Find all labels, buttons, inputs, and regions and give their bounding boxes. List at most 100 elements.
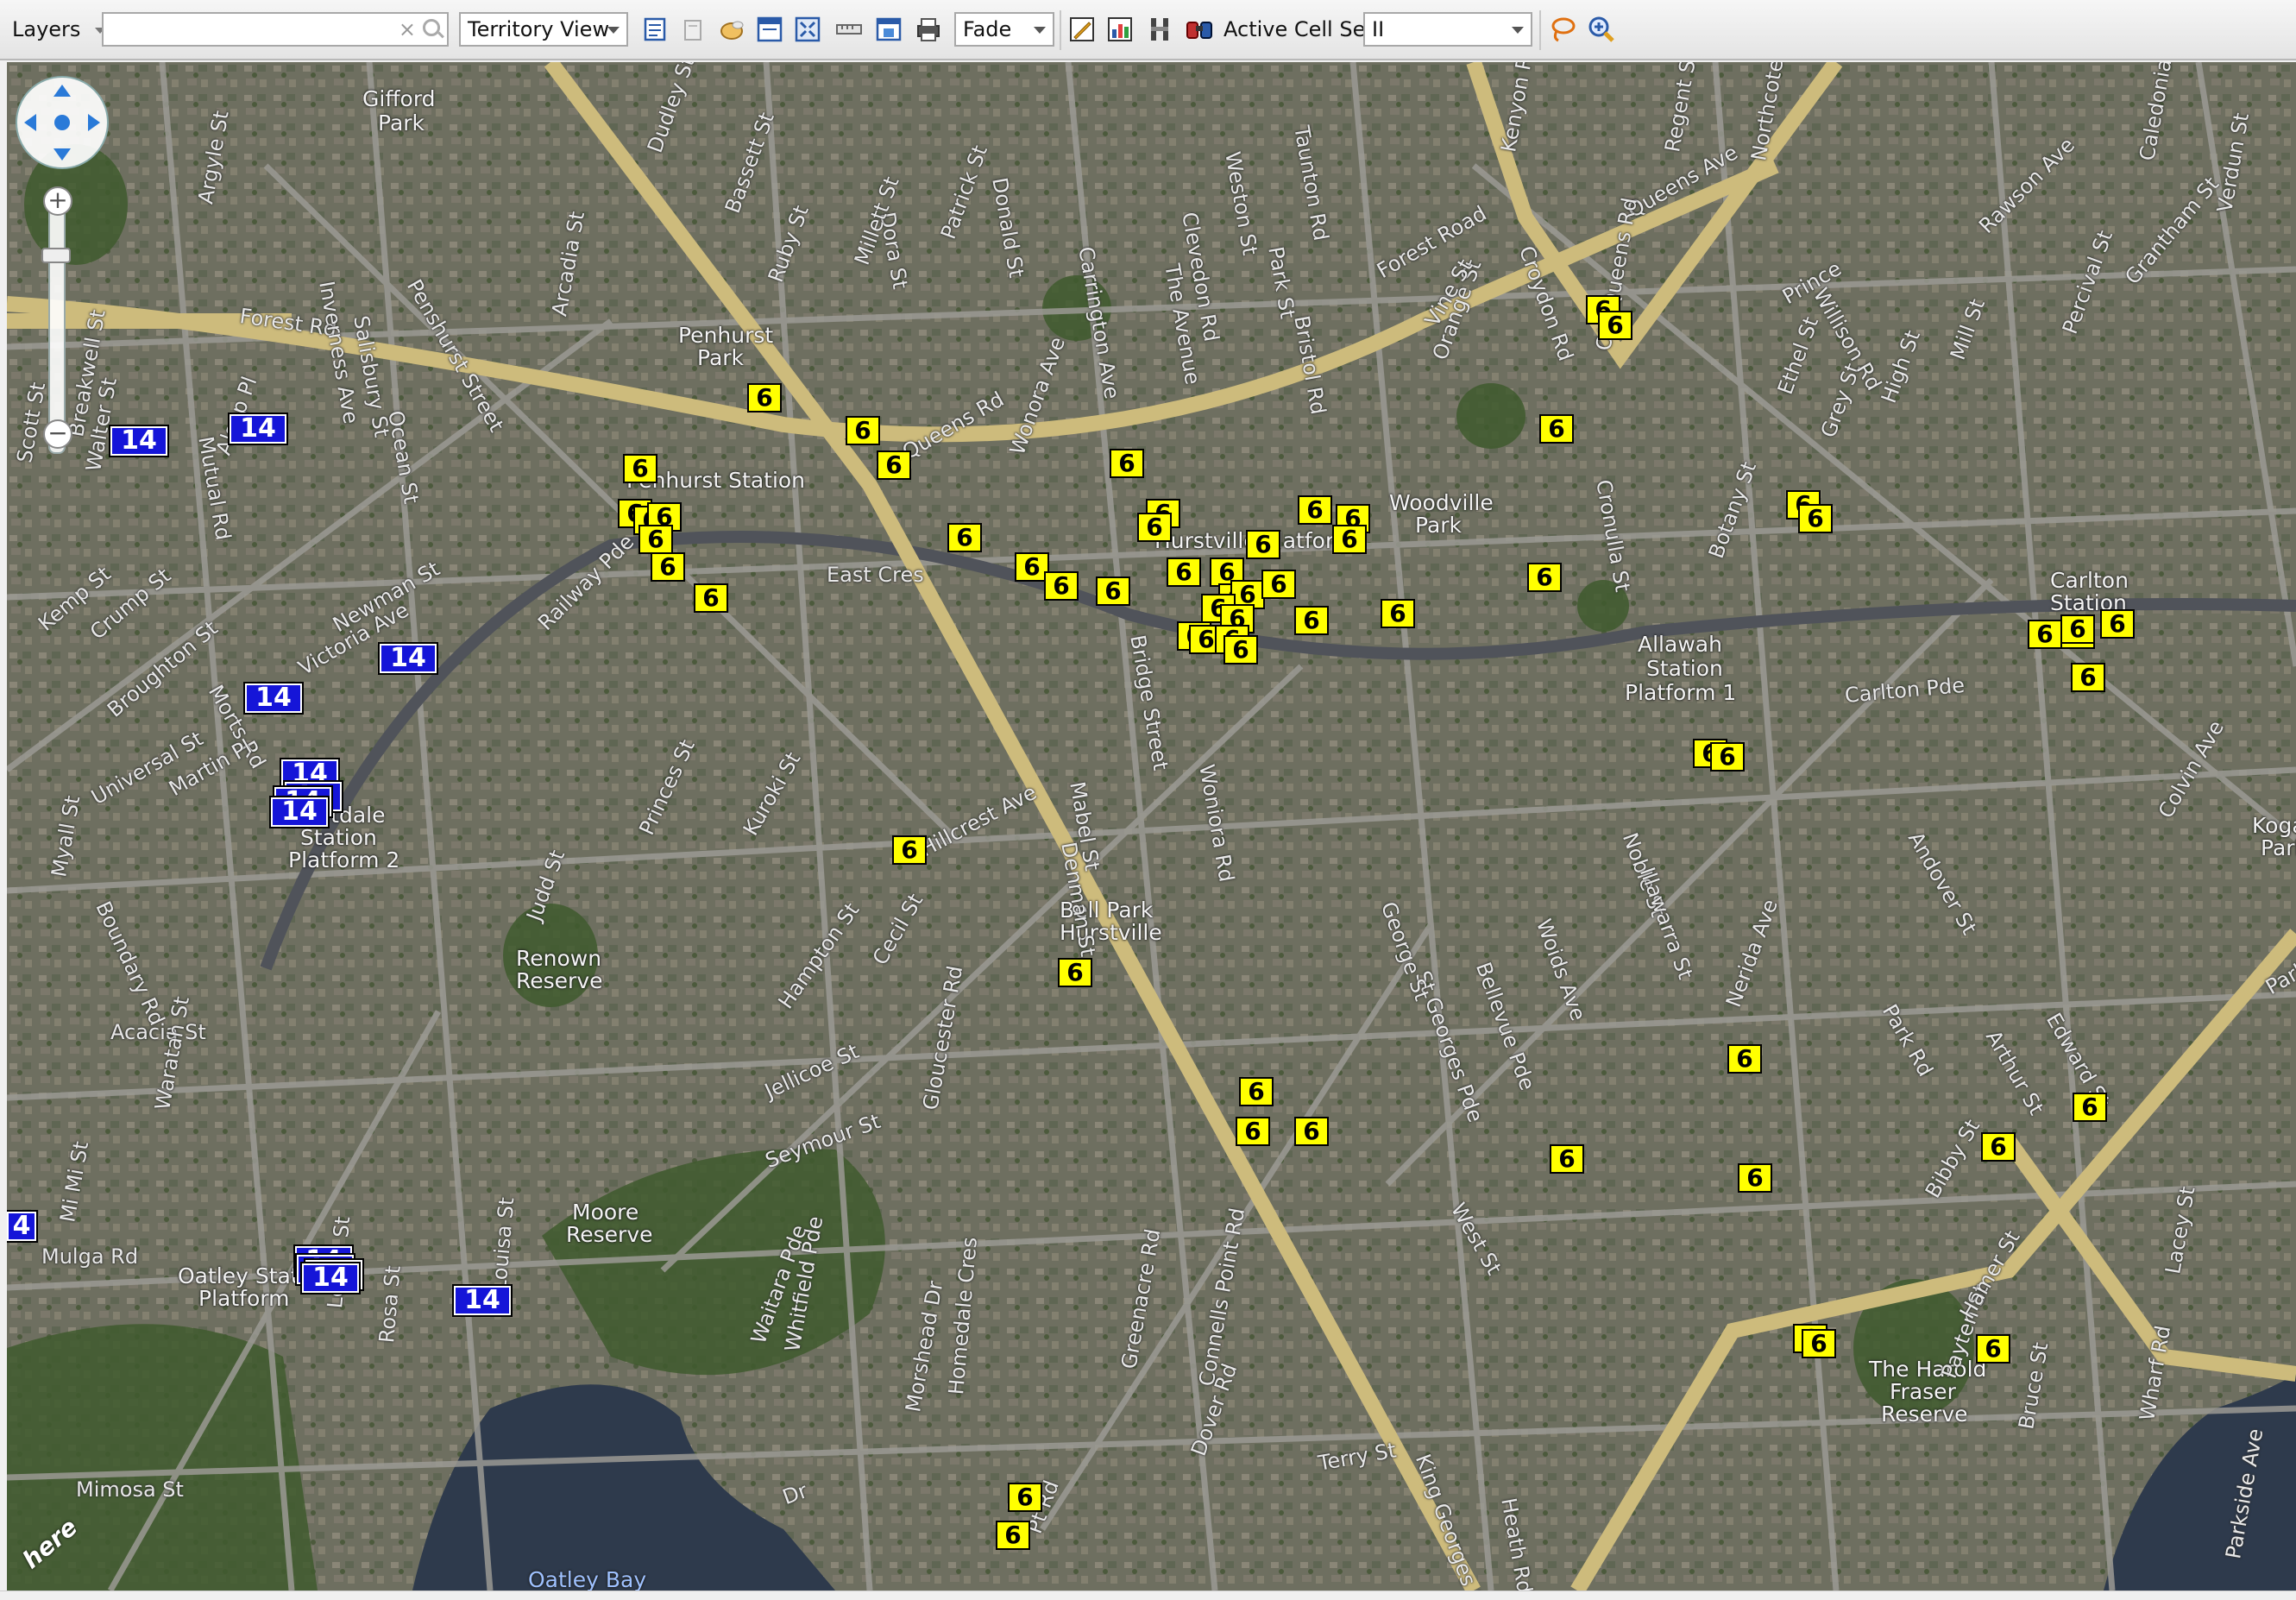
- cell-marker-14[interactable]: 4: [7, 1210, 38, 1243]
- edit-layer-icon[interactable]: [1066, 14, 1098, 45]
- satellite-map[interactable]: Penhurst Station Hurstville Platform All…: [7, 62, 2296, 1591]
- cell-marker-6[interactable]: 6: [1981, 1132, 2016, 1162]
- place-label: The Harold: [1869, 1357, 1987, 1382]
- cell-marker-6[interactable]: 6: [1223, 635, 1258, 665]
- street-label: Acacia St: [110, 1020, 206, 1044]
- cell-marker-6[interactable]: 6: [947, 523, 982, 552]
- cell-marker-6[interactable]: 6: [1239, 1077, 1274, 1106]
- cell-marker-6[interactable]: 6: [1298, 495, 1332, 525]
- place-label: Woodville: [1389, 490, 1494, 515]
- cell-marker-6[interactable]: 6: [1236, 1117, 1270, 1146]
- toolbar-divider: [1539, 10, 1541, 50]
- pan-right-icon[interactable]: [88, 114, 100, 131]
- zoom-slider-thumb[interactable]: [41, 248, 71, 263]
- cell-marker-6[interactable]: 6: [2071, 663, 2105, 692]
- search-input[interactable]: [109, 17, 388, 43]
- pan-center-icon[interactable]: [54, 115, 70, 130]
- search-icon[interactable]: [423, 19, 440, 36]
- cell-marker-6[interactable]: 6: [1727, 1044, 1762, 1074]
- cell-marker-6[interactable]: 6: [1332, 525, 1367, 554]
- place-label: Reserve: [566, 1222, 653, 1247]
- cell-marker-6[interactable]: 6: [694, 583, 728, 613]
- pan-left-icon[interactable]: [24, 114, 36, 131]
- fade-mode-select[interactable]: Fade: [954, 12, 1054, 47]
- cell-marker-6[interactable]: 6: [1550, 1144, 1584, 1174]
- cell-marker-6[interactable]: 6: [1096, 576, 1130, 606]
- pan-up-icon[interactable]: [53, 85, 71, 97]
- place-label: Fraser: [1890, 1379, 1956, 1404]
- cell-marker-6[interactable]: 6: [1294, 606, 1329, 635]
- cell-marker-6[interactable]: 6: [2073, 1093, 2107, 1122]
- cell-marker-6[interactable]: 6: [747, 383, 782, 413]
- pan-down-icon[interactable]: [53, 148, 71, 161]
- active-cell-set-value: II: [1372, 17, 1385, 41]
- pan-control[interactable]: [16, 76, 109, 169]
- delete-icon[interactable]: [678, 14, 709, 45]
- lasso-select-icon[interactable]: [1546, 14, 1577, 45]
- layers-dropdown[interactable]: Layers: [12, 12, 105, 47]
- cell-marker-6[interactable]: 6: [1058, 958, 1092, 987]
- zoom-out-button[interactable]: −: [43, 419, 72, 449]
- place-label: Kogar: [2252, 813, 2296, 838]
- place-label: Reserve: [1881, 1402, 1968, 1427]
- cell-marker-6[interactable]: 6: [1976, 1334, 2010, 1364]
- zoom-extent-icon[interactable]: [792, 14, 823, 45]
- zoom-in-icon[interactable]: [1586, 14, 1617, 45]
- territory-view-select[interactable]: Territory View: [459, 12, 628, 47]
- cell-marker-6[interactable]: 6: [1008, 1483, 1042, 1512]
- cell-marker-6[interactable]: 6: [623, 454, 657, 483]
- chevron-down-icon: [1034, 27, 1046, 34]
- cell-marker-6[interactable]: 6: [892, 835, 927, 865]
- cell-marker-6[interactable]: 6: [1539, 414, 1574, 444]
- cell-marker-6[interactable]: 6: [1137, 513, 1172, 542]
- cell-marker-14[interactable]: 14: [228, 413, 288, 445]
- cell-marker-6[interactable]: 6: [877, 450, 911, 480]
- export-icon[interactable]: [873, 14, 904, 45]
- properties-icon[interactable]: [754, 14, 785, 45]
- cell-marker-6[interactable]: 6: [638, 525, 673, 554]
- cell-marker-6[interactable]: 6: [1738, 1163, 1772, 1193]
- cell-marker-6[interactable]: 6: [1167, 557, 1201, 587]
- chart-icon[interactable]: [1104, 14, 1135, 45]
- cell-marker-6[interactable]: 6: [1381, 599, 1415, 628]
- place-label: Platform 1: [1625, 680, 1737, 705]
- cell-marker-6[interactable]: 6: [1246, 530, 1280, 559]
- cell-marker-6[interactable]: 6: [1710, 742, 1745, 772]
- zoom-in-button[interactable]: +: [43, 186, 72, 216]
- zoom-slider[interactable]: [48, 192, 66, 454]
- cell-marker-14[interactable]: 14: [269, 796, 330, 828]
- active-cell-set-select[interactable]: II: [1363, 12, 1532, 47]
- cell-marker-6[interactable]: 6: [1802, 1329, 1836, 1358]
- table-icon[interactable]: [1144, 14, 1175, 45]
- cell-marker-14[interactable]: 14: [378, 642, 438, 675]
- cell-marker-6[interactable]: 6: [2028, 620, 2062, 649]
- ruler-icon[interactable]: [833, 14, 865, 45]
- cell-marker-14[interactable]: 14: [452, 1284, 513, 1317]
- cell-marker-14[interactable]: 14: [300, 1262, 361, 1294]
- cell-marker-6[interactable]: 6: [2100, 609, 2135, 639]
- toolbar-divider: [1060, 10, 1061, 50]
- cell-marker-6[interactable]: 6: [651, 552, 685, 582]
- cell-marker-6[interactable]: 6: [1294, 1117, 1329, 1146]
- cell-marker-6[interactable]: 6: [1110, 449, 1144, 478]
- cell-marker-6[interactable]: 6: [1798, 504, 1833, 533]
- cell-marker-6[interactable]: 6: [1527, 563, 1562, 592]
- place-label: Moore: [572, 1200, 639, 1225]
- cell-marker-6[interactable]: 6: [1598, 311, 1632, 340]
- search-field[interactable]: ×: [102, 12, 449, 47]
- cell-marker-14[interactable]: 14: [243, 682, 304, 715]
- print-icon[interactable]: [913, 14, 944, 45]
- place-label: Platform 2: [288, 847, 400, 872]
- edit-icon[interactable]: [640, 14, 671, 45]
- layers-label: Layers: [12, 17, 81, 41]
- cell-marker-6[interactable]: 6: [846, 416, 880, 445]
- binoculars-icon[interactable]: [1184, 14, 1215, 45]
- cell-marker-6[interactable]: 6: [1044, 571, 1079, 601]
- cell-marker-14[interactable]: 14: [109, 425, 169, 457]
- cell-marker-6[interactable]: 6: [2060, 614, 2095, 644]
- cell-marker-6[interactable]: 6: [1261, 570, 1296, 599]
- clear-icon[interactable]: ×: [399, 17, 416, 41]
- place-label: Renown: [516, 946, 602, 971]
- pan-hand-icon[interactable]: [716, 14, 747, 45]
- cell-marker-6[interactable]: 6: [996, 1521, 1030, 1550]
